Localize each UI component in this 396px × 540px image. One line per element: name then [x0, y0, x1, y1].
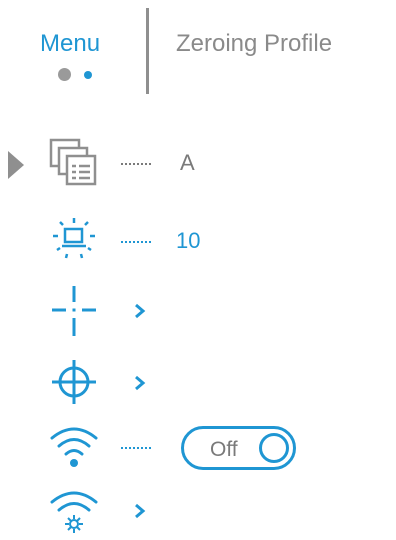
chevron-right-icon — [135, 375, 146, 391]
tab-menu[interactable]: Menu — [40, 30, 100, 58]
leader-dots — [121, 241, 151, 243]
menu-item-profile[interactable]: A — [0, 136, 396, 192]
profile-copy-icon — [49, 138, 97, 186]
menu-item-zeroing[interactable] — [0, 356, 396, 412]
menu-item-brightness[interactable]: 10 — [0, 214, 396, 270]
tab-zeroing-profile[interactable]: Zeroing Profile — [176, 30, 332, 58]
wifi-toggle[interactable]: Off — [181, 426, 296, 470]
header: Menu Zeroing Profile — [0, 0, 396, 100]
wifi-icon — [50, 427, 98, 467]
reticle-icon — [52, 286, 96, 336]
chevron-right-icon — [135, 303, 146, 319]
chevron-right-icon — [135, 503, 146, 519]
page-dot-inactive — [58, 68, 71, 81]
crosshair-target-icon — [52, 360, 96, 404]
menu-item-reticle[interactable] — [0, 284, 396, 340]
toggle-state-label: Off — [210, 438, 238, 461]
wifi-settings-icon — [50, 491, 98, 533]
toggle-knob — [259, 433, 289, 463]
display-brightness-icon — [53, 218, 95, 259]
tab-divider — [146, 8, 149, 94]
profile-value: A — [180, 150, 195, 175]
leader-dots — [121, 163, 151, 165]
brightness-value: 10 — [176, 228, 201, 253]
page-dot-active — [84, 71, 92, 79]
selection-pointer-icon — [8, 151, 24, 179]
leader-dots — [121, 447, 151, 449]
menu-item-wifi[interactable]: Off — [0, 420, 396, 476]
